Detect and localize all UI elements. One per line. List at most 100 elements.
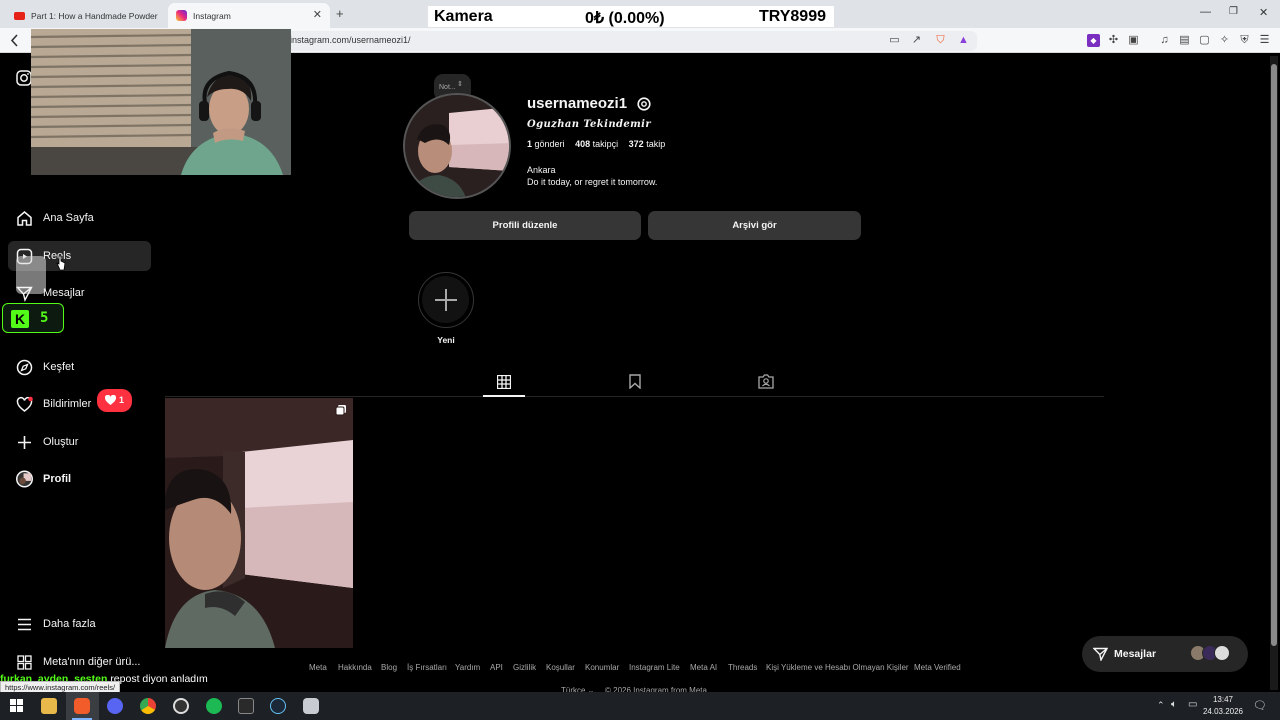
footer-link[interactable]: Meta Verified — [914, 663, 961, 672]
share-icon[interactable]: ↗ — [910, 34, 923, 47]
brave-shields-icon[interactable]: ⛉ — [934, 34, 947, 47]
window-close-icon[interactable]: ✕ — [1259, 6, 1268, 19]
brave-rewards-icon[interactable]: ▲ — [957, 34, 970, 47]
plus-icon — [435, 289, 457, 311]
obs-icon[interactable] — [173, 698, 189, 714]
sidebar-item-label: Meta'nın diğer ürü... — [43, 656, 141, 668]
media-icon[interactable]: ♫ — [1158, 34, 1171, 47]
footer-link[interactable]: Instagram Lite — [629, 663, 680, 672]
messages-pill-label: Mesajlar — [1114, 648, 1157, 660]
close-tab-icon[interactable]: ✕ — [313, 8, 322, 21]
sidebar-item-label: Bildirimler — [43, 398, 92, 410]
following-label[interactable]: takip — [646, 139, 665, 149]
active-tab-indicator — [483, 395, 525, 397]
clock-time[interactable]: 13:47 — [1203, 695, 1243, 704]
address-bar[interactable]: instagram.com/usernameozi1/ ▭ ↗ ⛉ ▲ — [280, 31, 977, 51]
file-explorer-icon[interactable] — [41, 698, 57, 714]
avatar — [16, 470, 33, 488]
puzzle-icon[interactable]: ✣ — [1107, 34, 1120, 47]
footer-link[interactable]: Gizlilik — [513, 663, 536, 672]
footer-link[interactable]: API — [490, 663, 503, 672]
restore-icon[interactable]: ❐ — [1229, 6, 1238, 17]
cast-icon[interactable]: ▭ — [888, 34, 901, 47]
tagged-icon[interactable] — [758, 374, 774, 389]
profile-fullname: Oguzhan Tekindemir — [527, 119, 652, 130]
discord-icon[interactable] — [107, 698, 123, 714]
footer-link[interactable]: Konumlar — [585, 663, 619, 672]
windows-start-icon[interactable] — [10, 699, 23, 712]
ticker-price: TRY8999 — [759, 8, 826, 25]
stream-ticker: Kamera 0₺ (0.00%) TRY8999 — [428, 6, 834, 27]
caption-text: repost diyon anladım — [110, 673, 208, 685]
tab-youtube[interactable]: Part 1: How a Handmade Powder Bra — [6, 3, 166, 28]
tray-chevron-icon[interactable]: ⌃ — [1157, 700, 1165, 711]
footer-link[interactable]: İş Fırsatları — [407, 663, 447, 672]
following-count[interactable]: 372 — [629, 139, 644, 149]
footer-link[interactable]: Hakkında — [338, 663, 372, 672]
footer-link[interactable]: Blog — [381, 663, 397, 672]
extension-icon[interactable]: ◆ — [1087, 34, 1100, 47]
footer-link[interactable]: Yardım — [455, 663, 480, 672]
leo-ai-icon[interactable]: ✧ — [1218, 34, 1231, 47]
sidebar-item-messages[interactable]: Mesajlar — [8, 278, 151, 308]
explore-icon — [16, 359, 33, 376]
minimize-icon[interactable]: — — [1200, 6, 1211, 18]
messages-icon — [16, 285, 33, 302]
new-tab-button[interactable]: + — [336, 6, 344, 21]
footer-link[interactable]: Koşullar — [546, 663, 575, 672]
profile-stats: 1 gönderi 408 takipçi 372 takip — [527, 139, 665, 149]
instagram-icon — [176, 10, 187, 21]
new-highlight-button[interactable] — [418, 272, 474, 328]
ticker-label: Kamera — [434, 8, 493, 25]
tabs-divider — [165, 396, 1104, 397]
sidebar-icon[interactable]: ▤ — [1178, 34, 1191, 47]
meta-apps-icon — [16, 654, 33, 671]
footer-link[interactable]: Kişi Yükleme ve Hesabı Olmayan Kişiler — [766, 663, 909, 672]
steam-icon[interactable] — [270, 698, 286, 714]
wallet-icon[interactable]: ▢ — [1198, 34, 1211, 47]
settings-icon[interactable] — [636, 96, 652, 112]
tab-instagram[interactable]: Instagram ✕ — [168, 3, 330, 28]
chrome-icon[interactable] — [140, 698, 156, 714]
sidebar-item-profile[interactable]: Profil — [8, 464, 151, 494]
screenshot-icon[interactable]: ▣ — [1127, 34, 1140, 47]
profile-picture[interactable] — [403, 93, 511, 199]
notification-count: 1 — [119, 395, 125, 405]
sidebar-item-more[interactable]: Daha fazla — [8, 609, 151, 639]
security-app-icon[interactable] — [303, 698, 319, 714]
youtube-icon — [14, 11, 25, 20]
sidebar-item-label: Mesajlar — [43, 287, 85, 299]
footer-link[interactable]: Meta AI — [690, 663, 717, 672]
post-thumbnail[interactable] — [165, 398, 353, 648]
followers-count[interactable]: 408 — [575, 139, 590, 149]
back-icon[interactable] — [10, 34, 20, 47]
notification-center-icon[interactable]: 🗨︎ — [1253, 699, 1267, 712]
spotify-icon[interactable] — [206, 698, 222, 714]
notification-badge: 1 — [97, 389, 132, 412]
sidebar-item-create[interactable]: Oluştur — [8, 427, 151, 457]
vpn-icon[interactable]: ⛨ — [1238, 34, 1251, 47]
footer-link[interactable]: Threads — [728, 663, 757, 672]
messages-pill[interactable]: Mesajlar — [1082, 636, 1248, 672]
url-text: instagram.com/usernameozi1/ — [290, 35, 411, 45]
sidebar-item-explore[interactable]: Keşfet — [8, 352, 151, 382]
epic-games-icon[interactable] — [238, 698, 254, 714]
browser-tab-bar: Part 1: How a Handmade Powder Bra Instag… — [0, 0, 1280, 28]
scrollbar-thumb[interactable] — [1271, 64, 1277, 646]
volume-icon[interactable]: 🔈︎ — [1171, 699, 1177, 710]
sidebar-item-label: Daha fazla — [43, 618, 96, 630]
network-icon[interactable]: ▭ — [1188, 699, 1197, 710]
grid-icon[interactable] — [497, 375, 511, 389]
footer-link[interactable]: Meta — [309, 663, 327, 672]
brave-icon[interactable] — [74, 698, 90, 714]
page-scrollbar[interactable] — [1270, 56, 1278, 690]
edit-profile-button[interactable]: Profili düzenle — [409, 211, 641, 240]
view-archive-button[interactable]: Arşivi gör — [648, 211, 861, 240]
followers-label[interactable]: takipçi — [593, 139, 619, 149]
clock-date[interactable]: 24.03.2026 — [1200, 707, 1246, 716]
sidebar-item-home[interactable]: Ana Sayfa — [8, 203, 151, 233]
bio-text: Do it today, or regret it tomorrow. — [527, 177, 658, 187]
bookmark-icon[interactable] — [629, 374, 641, 389]
instagram-logo-icon[interactable] — [16, 70, 32, 86]
menu-icon[interactable]: ☰ — [1258, 34, 1271, 47]
